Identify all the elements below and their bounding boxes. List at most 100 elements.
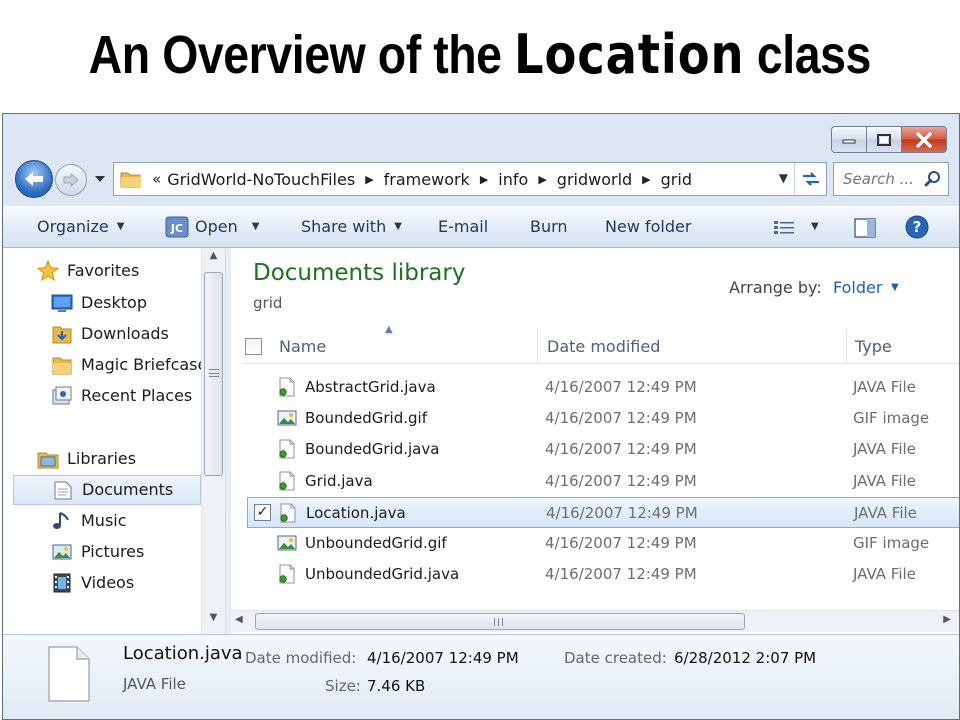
maximize-button[interactable] [866,126,901,153]
refresh-button[interactable] [794,163,826,195]
file-row[interactable]: AbstractGrid.java 4/16/2007 12:49 PM JAVA … [247,372,959,403]
search-box[interactable]: Search ... [833,162,949,196]
java-file-icon [277,439,297,459]
file-row[interactable]: ✓ Location.java 4/16/2007 12:49 PM JAVA Fi… [247,496,959,528]
file-row[interactable]: Grid.java 4/16/2007 12:49 PM JAVA File [247,466,959,497]
close-icon [916,131,932,148]
nav-item-documents[interactable]: Documents [13,475,201,505]
file-type: JAVA File [853,471,916,490]
address-bar[interactable]: « GridWorld-NoTouchFiles ▶ framework ▶ i… [113,162,827,196]
crumb-gridworld-notouchfiles[interactable]: GridWorld-NoTouchFiles [167,170,355,189]
nav-label: Magic Briefcase [81,355,208,374]
crumb-gridworld[interactable]: gridworld [557,170,632,189]
arrange-by-dropdown[interactable]: Folder [833,278,882,297]
file-large-icon [48,646,90,702]
nav-item-libraries[interactable]: Libraries [3,444,201,474]
library-title: Documents library [253,260,466,286]
file-type: GIF image [853,534,930,552]
scroll-right-icon[interactable]: ▶ [943,614,951,625]
file-row[interactable]: BoundedGrid.java 4/16/2007 12:49 PM JAVA F… [247,434,959,465]
nav-vertical-scrollbar[interactable]: ▲ ▼ [201,248,225,634]
nav-label: Recent Places [81,386,193,405]
file-name: Location.java [306,503,406,522]
new-folder-button[interactable]: New folder [605,217,691,236]
nav-item-music[interactable]: Music [3,506,201,536]
address-overflow-chevron[interactable]: « [152,170,161,188]
select-all-checkbox[interactable] [245,328,262,364]
java-file-icon [277,564,297,584]
help-icon[interactable]: ? [905,215,929,239]
recent-places-icon [52,386,72,405]
crumb-separator-icon[interactable]: ▶ [365,173,373,186]
nav-item-favorites[interactable]: Favorites [3,256,201,286]
email-button[interactable]: E-mail [438,217,488,236]
nav-item-videos[interactable]: Videos [3,568,201,598]
nav-item-recent-places[interactable]: Recent Places [3,381,201,411]
column-date-modified[interactable]: Date modified [547,328,660,364]
view-options-icon[interactable] [773,219,797,237]
chevron-down-icon: ▼ [394,221,402,232]
java-app-icon: JC [165,216,189,238]
new-folder-label: New folder [605,217,692,236]
libraries-icon [37,452,59,469]
nav-label: Downloads [81,324,169,343]
view-dropdown-icon[interactable]: ▼ [811,221,819,232]
nav-item-desktop[interactable]: Desktop [3,288,201,318]
explorer-window: « GridWorld-NoTouchFiles ▶ framework ▶ i… [2,113,960,720]
file-name: Grid.java [305,471,373,490]
maximize-icon [877,133,891,146]
address-dropdown-icon[interactable]: ▼ [779,171,788,185]
nav-label: Libraries [67,449,137,468]
open-label: Open [195,217,238,236]
organize-button[interactable]: Organize ▼ [37,217,124,236]
minimize-button[interactable] [831,126,866,153]
column-divider[interactable] [537,328,538,364]
detail-date-modified-label: Date modified: [245,649,357,667]
file-row[interactable]: UnboundedGrid.gif 4/16/2007 12:49 PM GIF i… [247,528,959,559]
forward-button[interactable] [55,164,87,196]
column-divider[interactable] [846,328,847,364]
row-checkbox[interactable]: ✓ [254,503,271,521]
column-name[interactable]: Name [279,328,326,364]
scroll-thumb[interactable] [204,272,223,476]
detail-date-created-label: Date created: [564,649,667,667]
library-subtitle: grid [253,294,283,312]
file-name: BoundedGrid.java [305,440,440,459]
crumb-framework[interactable]: framework [384,170,470,189]
share-with-button[interactable]: Share with ▼ [301,217,402,236]
crumb-separator-icon[interactable]: ▶ [480,173,488,186]
minimize-icon [842,139,856,143]
preview-pane-icon[interactable] [853,217,877,239]
search-icon[interactable] [924,170,942,188]
scroll-left-icon[interactable]: ◀ [235,614,243,625]
search-input[interactable]: Search ... [843,170,914,188]
scroll-down-icon[interactable]: ▼ [202,612,225,632]
java-file-icon [278,503,298,523]
downloads-folder-icon [52,326,72,344]
column-header-row: ▲ Name Date modified Type [243,324,959,364]
scroll-up-icon[interactable]: ▲ [202,250,225,270]
content-horizontal-scrollbar[interactable]: ◀ ▶ [231,610,959,632]
file-date-modified: 4/16/2007 12:49 PM [545,409,697,428]
burn-button[interactable]: Burn [530,217,568,236]
detail-date-modified: 4/16/2007 12:49 PM [367,649,519,667]
nav-item-downloads[interactable]: Downloads [3,319,201,349]
crumb-grid[interactable]: grid [661,170,692,189]
nav-label: Pictures [81,542,145,561]
close-button[interactable] [901,126,947,153]
chevron-down-icon[interactable]: ▼ [891,282,899,293]
file-row[interactable]: UnboundedGrid.java 4/16/2007 12:49 PM JAVA… [247,559,959,590]
scroll-thumb[interactable] [255,613,745,630]
crumb-separator-icon[interactable]: ▶ [538,173,546,186]
file-row[interactable]: BoundedGrid.gif 4/16/2007 12:49 PM GIF ima… [247,403,959,434]
nav-item-pictures[interactable]: Pictures [3,537,201,567]
nav-item-magic-briefcase[interactable]: Magic Briefcase [3,350,207,380]
open-button[interactable]: Open ▼ [195,217,259,236]
file-date-modified: 4/16/2007 12:49 PM [545,471,697,490]
recent-locations-chevron-icon[interactable] [93,172,107,186]
desktop-icon [51,294,73,312]
crumb-separator-icon[interactable]: ▶ [642,173,650,186]
back-button[interactable] [15,160,53,198]
column-type[interactable]: Type [855,328,892,364]
crumb-info[interactable]: info [498,170,528,189]
